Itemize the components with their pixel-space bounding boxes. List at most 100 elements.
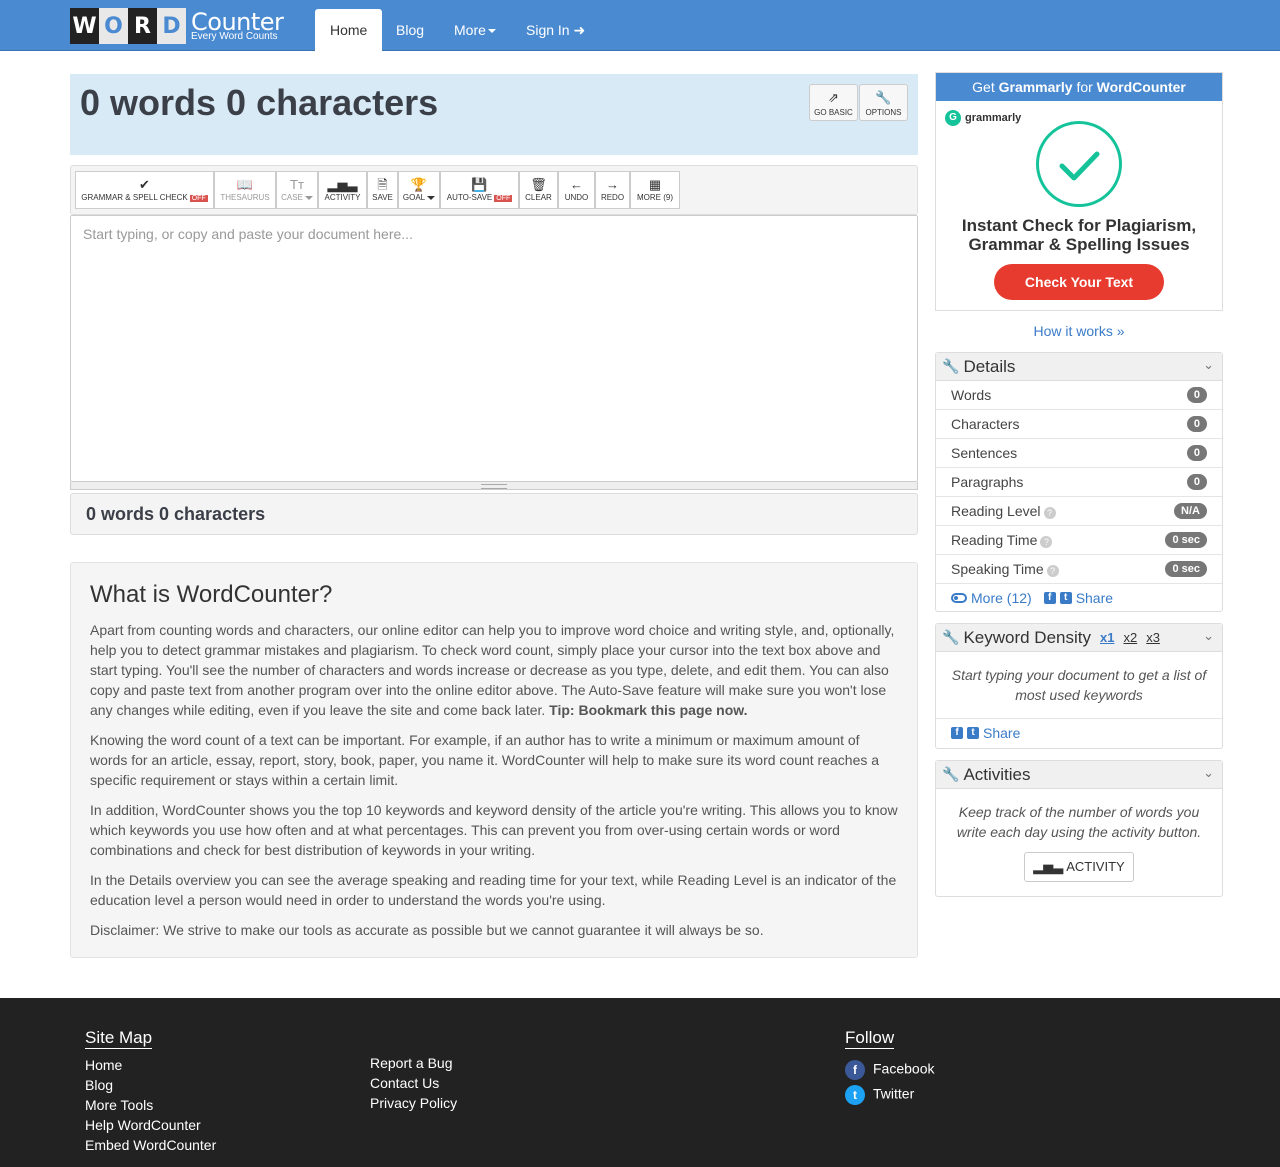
footer-link-help[interactable]: Help WordCounter [85,1117,201,1133]
detail-row-characters: Characters 0 [936,410,1222,439]
ad-head-brand: Grammarly [998,79,1073,95]
logo-letter-w: W [70,8,99,44]
activities-panel-header[interactable]: 🔧 Activities ⌄ [936,761,1222,789]
text-editor[interactable] [71,216,917,481]
footer-link-more-tools[interactable]: More Tools [85,1097,153,1113]
chevron-down-icon: ⌄ [1203,357,1214,372]
nav-home[interactable]: Home [315,9,383,51]
footer-twitter-link[interactable]: t Twitter [845,1085,914,1105]
footer-link-contact[interactable]: Contact Us [370,1075,439,1091]
detail-label-wrap: Reading Level? [951,503,1056,519]
activity-button[interactable]: ▂▅▃ ACTIVITY [318,171,367,209]
facebook-icon[interactable]: f [1043,592,1056,604]
footer-link-privacy[interactable]: Privacy Policy [370,1095,457,1111]
detail-value-badge: 0 sec [1165,532,1207,548]
keyword-x2-tab[interactable]: x2 [1123,630,1137,645]
twitter-icon[interactable]: t [967,727,979,739]
grid-icon: ▦ [648,177,662,192]
floppy-icon: 💾 [471,177,488,192]
activities-message: Keep track of the number of words you wr… [956,804,1202,840]
detail-label: Reading Time [951,532,1038,548]
wrench-icon: 🔧 [942,766,960,782]
logo-letter-r: R [128,8,157,44]
details-more-link[interactable]: More (12) [971,590,1032,606]
detail-value-badge: 0 sec [1165,561,1207,577]
checkmark-circle-icon [1036,121,1122,207]
toggle-icon [951,593,967,603]
sign-in-icon: ➜ [573,22,586,38]
footer-link-report-bug[interactable]: Report a Bug [370,1055,453,1071]
auto-save-label: AUTO-SAVE [446,193,493,202]
detail-label: Speaking Time [951,561,1044,577]
detail-row-reading-level: Reading Level? N/A [936,497,1222,526]
keyword-share-link[interactable]: Share [983,725,1020,741]
grammarly-headline: Instant Check for Plagiarism, Grammar & … [961,216,1197,254]
grammarly-ad-header: Get Grammarly for WordCounter [936,73,1222,101]
question-mark-icon[interactable]: ? [1043,507,1056,519]
detail-label: Reading Level [951,503,1041,519]
activities-activity-button[interactable]: ▂▅▃ ACTIVITY [1024,852,1134,882]
auto-save-button[interactable]: 💾 AUTO-SAVE OFF [440,171,519,209]
activities-title: Activities [963,764,1031,784]
keyword-panel-header[interactable]: 🔧 Keyword Density x1 x2 x3 ⌄ [936,624,1222,652]
about-disclaimer: Disclaimer: We strive to make our tools … [90,922,764,938]
top-navbar: W O R D Counter Every Word Counts Home B… [0,0,1280,51]
activity-label: ACTIVITY [324,193,361,202]
how-it-works-link[interactable]: How it works » [935,323,1223,339]
detail-row-paragraphs: Paragraphs 0 [936,468,1222,497]
site-logo[interactable]: W O R D Counter Every Word Counts [70,8,284,44]
editor-resize-handle[interactable] [70,482,918,490]
facebook-icon[interactable]: f [951,727,963,739]
bookmark-tip: Tip: Bookmark this page now. [549,702,748,718]
twitter-icon[interactable]: t [1059,592,1072,604]
footer-link-home[interactable]: Home [85,1057,122,1073]
save-button[interactable]: 🗎 SAVE [367,171,398,209]
wrench-icon: 🔧 [942,629,960,645]
keyword-body: Start typing your document to get a list… [936,652,1222,719]
undo-button[interactable]: ← UNDO [558,171,595,209]
detail-row-speaking-time: Speaking Time? 0 sec [936,555,1222,584]
details-footer: More (12) f t Share [936,584,1222,612]
question-mark-icon[interactable]: ? [1040,536,1053,548]
goal-button[interactable]: 🏆 GOAL [398,171,440,209]
auto-save-off-badge: OFF [494,195,513,202]
go-basic-button[interactable]: ⇗ GO BASIC [809,84,858,121]
case-button[interactable]: Tт CASE [276,171,318,209]
footer-link-blog[interactable]: Blog [85,1077,113,1093]
details-panel-header[interactable]: 🔧 Details ⌄ [936,353,1222,381]
footer-link-embed[interactable]: Embed WordCounter [85,1137,216,1153]
keyword-x3-tab[interactable]: x3 [1146,630,1160,645]
nav-blog[interactable]: Blog [381,9,439,51]
caret-down-icon [427,195,436,200]
grammar-check-button[interactable]: ✔ GRAMMAR & SPELL CHECK OFF [75,171,214,209]
grammarly-ad[interactable]: Get Grammarly for WordCounter G grammarl… [935,72,1223,311]
count-footer: 0 words 0 characters [70,493,918,535]
arrow-right-icon: → [606,177,619,192]
keyword-empty-message: Start typing your document to get a list… [951,667,1207,703]
options-button[interactable]: 🔧 OPTIONS [859,84,908,121]
check-your-text-button[interactable]: Check Your Text [994,264,1164,300]
footer-facebook-link[interactable]: f Facebook [845,1060,934,1080]
keyword-x1-tab[interactable]: x1 [1100,630,1114,645]
clear-button[interactable]: 🗑 CLEAR [519,171,558,209]
grammar-off-badge: OFF [189,195,208,202]
details-share-link[interactable]: Share [1076,590,1113,606]
grammar-check-label: GRAMMAR & SPELL CHECK [81,193,188,202]
redo-button[interactable]: → REDO [595,171,630,209]
twitter-label: Twitter [873,1085,915,1102]
trash-icon: 🗑 [530,177,547,192]
chevron-down-icon: ⌄ [1203,628,1214,643]
nav-more-dropdown[interactable]: More [439,9,511,51]
go-basic-label: GO BASIC [814,108,853,117]
more-tools-button[interactable]: ▦ MORE (9) [630,171,680,209]
thesaurus-button[interactable]: 📖 THESAURUS [214,171,276,209]
detail-value-badge: N/A [1174,503,1207,519]
detail-value-badge: 0 [1186,416,1207,432]
nav-sign-in[interactable]: Sign In ➜ [511,9,600,51]
activities-button-row: ▂▅▃ ACTIVITY [936,852,1222,882]
question-mark-icon[interactable]: ? [1046,565,1059,577]
undo-label: UNDO [564,193,589,202]
site-footer: Site Map Home Blog More Tools Help WordC… [0,998,1280,1167]
detail-label: Paragraphs [951,474,1024,490]
nav-more-label: More [454,22,486,38]
